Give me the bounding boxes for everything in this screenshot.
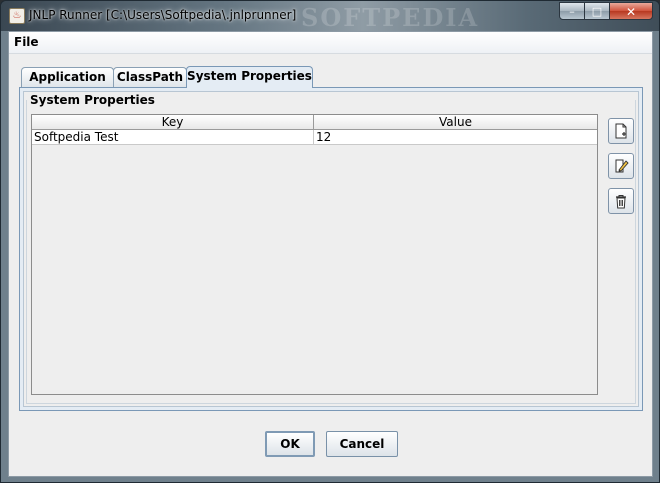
column-header-value[interactable]: Value bbox=[313, 115, 597, 130]
system-properties-panel: System Properties Key Value Softpedia Te… bbox=[23, 91, 639, 407]
client-area: File Application ClassPath System Proper… bbox=[8, 31, 653, 477]
java-app-icon[interactable]: ♨ bbox=[9, 8, 25, 24]
column-header-key[interactable]: Key bbox=[32, 115, 314, 130]
new-property-button[interactable] bbox=[608, 118, 634, 144]
tab-classpath[interactable]: ClassPath bbox=[113, 67, 187, 87]
tab-application[interactable]: Application bbox=[21, 67, 114, 87]
window-title: JNLP Runner [C:\Users\Softpedia\.jnlprun… bbox=[29, 8, 297, 22]
title-bar[interactable]: SOFTPEDIA ♨ JNLP Runner [C:\Users\Softpe… bbox=[1, 1, 659, 32]
maximize-button[interactable]: □ bbox=[584, 2, 610, 20]
tab-system-properties[interactable]: System Properties bbox=[186, 66, 313, 88]
watermark-logo: SOFTPEDIA bbox=[301, 3, 480, 32]
properties-table[interactable]: Key Value Softpedia Test 12 bbox=[31, 114, 598, 395]
cell-key[interactable]: Softpedia Test bbox=[32, 129, 314, 145]
main-window: SOFTPEDIA ♨ JNLP Runner [C:\Users\Softpe… bbox=[0, 0, 660, 483]
caption-buttons: – □ ✕ bbox=[559, 2, 653, 20]
table-row[interactable]: Softpedia Test 12 bbox=[32, 129, 597, 145]
new-document-icon bbox=[615, 123, 627, 139]
delete-property-button[interactable] bbox=[608, 188, 634, 214]
ok-button[interactable]: OK bbox=[265, 431, 315, 457]
table-header-row: Key Value bbox=[32, 115, 597, 130]
edit-pencil-icon bbox=[615, 159, 629, 173]
menu-file[interactable]: File bbox=[14, 35, 39, 49]
cell-value[interactable]: 12 bbox=[313, 129, 597, 145]
close-button[interactable]: ✕ bbox=[609, 2, 653, 20]
menu-bar: File bbox=[9, 32, 652, 54]
tab-panel: System Properties Key Value Softpedia Te… bbox=[19, 87, 643, 411]
minimize-button[interactable]: – bbox=[559, 2, 585, 20]
trash-icon bbox=[616, 195, 626, 209]
group-title: System Properties bbox=[30, 93, 155, 107]
cancel-button[interactable]: Cancel bbox=[326, 431, 398, 457]
edit-property-button[interactable] bbox=[608, 153, 634, 179]
